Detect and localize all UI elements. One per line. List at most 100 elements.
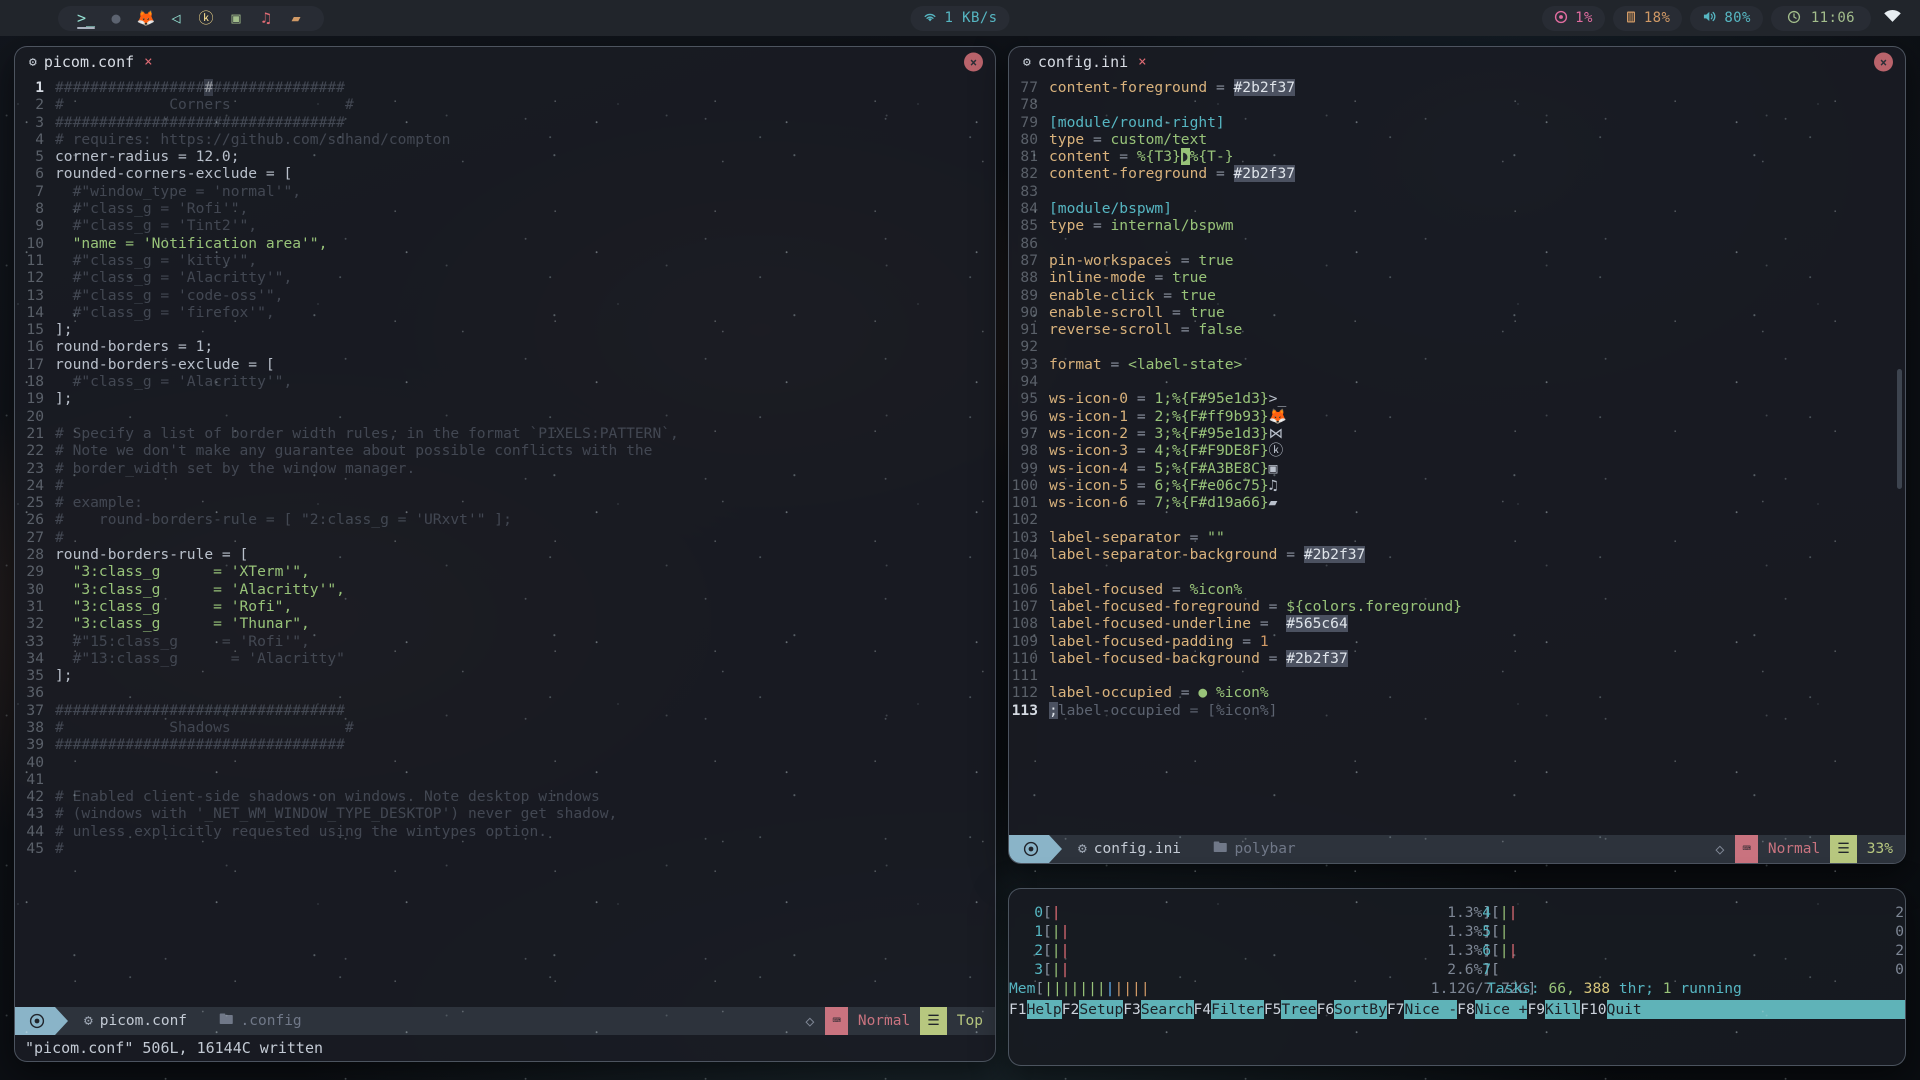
code-line: 42 # Enabled client-side shadows on windo… xyxy=(15,788,995,805)
workspace-1[interactable]: >_ xyxy=(72,6,100,31)
line-text: # round-borders-rule = [ "2:class_g = 'U… xyxy=(55,511,512,529)
fkey-number-F3: F3 xyxy=(1123,1001,1141,1018)
lines-icon: ☰ xyxy=(1830,835,1857,863)
right-statusline-filename: config.ini xyxy=(1093,841,1182,857)
volume-module[interactable]: 80% xyxy=(1690,5,1763,31)
line-number: 1 xyxy=(35,79,44,96)
thread-label: thr; xyxy=(1610,980,1663,997)
desktop: >_ ● 🦊 ◁ ⓚ ▣ ♫ ▰ 1 KB/s 1% 18% 80% 11:06… xyxy=(0,0,1920,1080)
fkey-nice-+[interactable]: Nice + xyxy=(1474,1000,1528,1019)
line-text: ################################# xyxy=(55,736,345,754)
workspace-2[interactable]: ● xyxy=(102,6,130,31)
workspace-8[interactable]: ▰ xyxy=(282,6,310,31)
line-number: 108 xyxy=(1011,615,1038,633)
polybar-right-section: 1% 18% 80% 11:06 xyxy=(1542,5,1906,31)
fkey-setup[interactable]: Setup xyxy=(1079,1000,1124,1019)
line-text: format = <label-state> xyxy=(1049,355,1243,373)
line-text: # Corners # xyxy=(55,96,354,114)
mem-label: Mem xyxy=(1009,980,1036,997)
code-line: 8 #"class_g = 'Rofi'", xyxy=(15,200,995,217)
line-number: 5 xyxy=(35,148,44,166)
line-text: label-focused-background = #2b2f37 xyxy=(1049,649,1348,667)
code-line: 98 ws-icon-3 = 4;%{F#F9DE8F}ⓚ xyxy=(1009,442,1905,459)
line-text: # (windows with '_NET_WM_WINDOW_TYPE_DES… xyxy=(55,805,618,823)
thread-count: 388 xyxy=(1583,980,1611,997)
code-line: 9 #"class_g = 'Tint2'", xyxy=(15,217,995,234)
right-editor-code-area[interactable]: 77 content-foreground = #2b2f37 78 79 [modul… xyxy=(1009,77,1905,829)
network-module[interactable]: 1 KB/s xyxy=(910,5,1010,31)
fkey-sortby[interactable]: SortBy xyxy=(1334,1000,1387,1019)
code-line: 90 enable-scroll = true xyxy=(1009,304,1905,321)
line-text: # xyxy=(55,840,64,858)
code-line: 19]; xyxy=(15,390,995,407)
line-number: 79 xyxy=(1020,113,1038,131)
line-text: ################################# xyxy=(55,701,345,719)
vim-logo-icon xyxy=(1009,835,1049,863)
line-text: "name = 'Notification area'", xyxy=(55,234,328,252)
htop-cpu-row: 1[|| 1.3%]5[| 0.6%] xyxy=(1009,922,1905,941)
fkey-number-F8: F8 xyxy=(1457,1001,1475,1018)
line-text: content = %{T3}◗%{T-} xyxy=(1049,148,1234,166)
cpu-icon xyxy=(1554,10,1568,27)
memory-module[interactable]: 18% xyxy=(1612,5,1683,31)
right-editor-scrollbar[interactable] xyxy=(1897,369,1902,489)
left-window-close-button[interactable]: × xyxy=(964,52,983,72)
fkey-nice--[interactable]: Nice - xyxy=(1404,1000,1458,1019)
code-line: 92 xyxy=(1009,338,1905,355)
window-config-ini[interactable]: ⚙ config.ini × × 77 content-foreground = … xyxy=(1008,46,1906,864)
code-line: 80 type = custom/text xyxy=(1009,131,1905,148)
tab-close-icon[interactable]: × xyxy=(144,54,152,70)
line-text: # Enabled client-side shadows on windows… xyxy=(55,788,600,806)
line-number: 113 xyxy=(1011,701,1038,719)
left-editor-code-area[interactable]: 1 ################################# 2 # Cor… xyxy=(15,77,995,1007)
workspace-4[interactable]: ◁ xyxy=(162,6,190,31)
line-text: enable-scroll = true xyxy=(1049,303,1225,321)
fkey-filter[interactable]: Filter xyxy=(1211,1000,1264,1019)
line-number: 44 xyxy=(26,822,44,840)
cpu-bar: | xyxy=(1499,923,1509,940)
fkey-tree[interactable]: Tree xyxy=(1281,1000,1317,1019)
polybar-center-section: 1 KB/s xyxy=(910,5,1010,31)
fkey-help[interactable]: Help xyxy=(1026,1000,1062,1019)
right-window-titlebar[interactable]: ⚙ config.ini × × xyxy=(1009,47,1905,77)
workspace-5[interactable]: ⓚ xyxy=(192,6,220,31)
line-text: label-focused-padding = 1 xyxy=(1049,632,1269,650)
line-number: 102 xyxy=(1011,511,1038,529)
clock-module[interactable]: 11:06 xyxy=(1770,5,1871,31)
window-htop[interactable]: 0[| 1.3%]4[|| 2.6%]1[|| 1.3%]5[| xyxy=(1008,888,1906,1066)
line-number: 33 xyxy=(26,632,44,650)
tab-close-icon[interactable]: × xyxy=(1138,54,1146,70)
fkey-kill[interactable]: Kill xyxy=(1545,1000,1581,1019)
volume-icon xyxy=(1702,10,1717,26)
htop-mem-row: Mem[|||||||||||| 1.12G/7.72G] Tasks: 66, … xyxy=(1009,980,1742,997)
workspace-7[interactable]: ♫ xyxy=(252,6,280,31)
code-line: 34 #"13:class_g = 'Alacritty" xyxy=(15,650,995,667)
line-text: "3:class_g = 'Rofi", xyxy=(55,597,293,615)
wifi-tray-icon[interactable] xyxy=(1879,9,1906,27)
line-number: 19 xyxy=(26,390,44,408)
line-number: 7 xyxy=(35,182,44,200)
workspace-3[interactable]: 🦊 xyxy=(132,6,160,31)
cpu-gauge-4: 4[|| 2.6%] xyxy=(1482,904,1905,921)
gear-icon: ⚙ xyxy=(1023,54,1031,70)
code-line: 5 corner-radius = 12.0; xyxy=(15,148,995,165)
line-number: 29 xyxy=(26,563,44,581)
line-text: label-separator = "" xyxy=(1049,528,1225,546)
right-window-close-button[interactable]: × xyxy=(1874,52,1893,72)
code-line: 85 type = internal/bspwm xyxy=(1009,217,1905,234)
left-window-tab-title[interactable]: picom.conf xyxy=(44,53,134,71)
gear-icon: ⚙ xyxy=(29,54,37,70)
workspace-switcher[interactable]: >_ ● 🦊 ◁ ⓚ ▣ ♫ ▰ xyxy=(58,5,324,31)
fkey-search[interactable]: Search xyxy=(1140,1000,1194,1019)
line-number: 92 xyxy=(1020,338,1038,356)
left-window-titlebar[interactable]: ⚙ picom.conf × × xyxy=(15,47,995,77)
code-line: 78 xyxy=(1009,96,1905,113)
workspace-6[interactable]: ▣ xyxy=(222,6,250,31)
line-text: # Specify a list of border width rules, … xyxy=(55,424,679,442)
fkey-quit[interactable]: Quit xyxy=(1606,1000,1642,1019)
code-line: 31 "3:class_g = 'Rofi", xyxy=(15,598,995,615)
cpu-module[interactable]: 1% xyxy=(1542,5,1605,31)
right-window-tab-title[interactable]: config.ini xyxy=(1038,53,1128,71)
window-picom-conf[interactable]: ⚙ picom.conf × × 1 ######################… xyxy=(14,46,996,1062)
line-text: type = custom/text xyxy=(1049,130,1208,148)
